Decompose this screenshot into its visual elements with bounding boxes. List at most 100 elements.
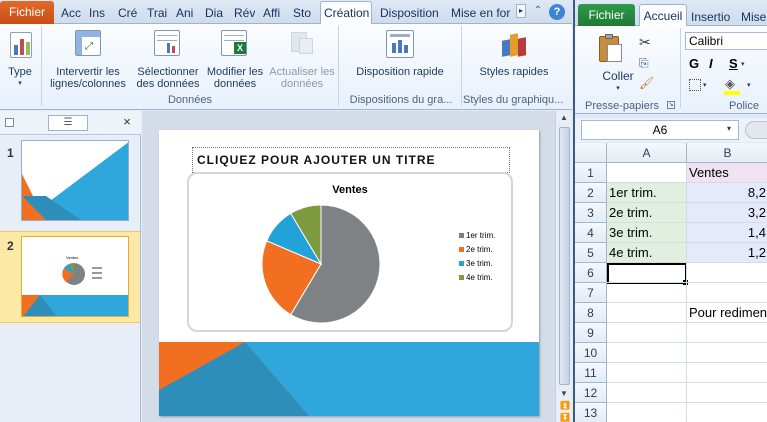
type-label: Type [8, 66, 32, 78]
row-header[interactable]: 11 [575, 363, 607, 383]
row-header[interactable]: 8 [575, 303, 607, 323]
scroll-down-icon[interactable]: ▼ [560, 389, 568, 398]
italic-button[interactable]: I [709, 56, 713, 71]
row-header[interactable]: 10 [575, 343, 607, 363]
slides-tab-icon[interactable] [5, 118, 14, 127]
cell-a[interactable] [607, 163, 687, 183]
underline-button[interactable]: S [729, 56, 738, 71]
row-header[interactable]: 1 [575, 163, 607, 183]
formula-bar-expand-icon[interactable] [745, 121, 767, 139]
quick-styles-button[interactable]: Styles rapides [474, 26, 554, 92]
cell-a[interactable] [607, 343, 687, 363]
cell-a[interactable] [607, 383, 687, 403]
bold-button[interactable]: G [689, 56, 699, 71]
quick-layout-button[interactable]: Disposition rapide [348, 26, 452, 92]
outline-tab-icon[interactable]: ☰ [48, 115, 88, 131]
edit-data-button[interactable]: X Modifier les données [203, 26, 267, 92]
cell-b[interactable] [687, 283, 767, 303]
change-type-button[interactable]: Type ▾ [2, 26, 38, 92]
tab-accueil[interactable]: Acc [58, 3, 82, 24]
tab-diaporama[interactable]: Dia [202, 3, 226, 24]
cell-b[interactable]: Ventes [687, 163, 767, 183]
cell-b[interactable]: 1,2 [687, 243, 767, 263]
cell-b[interactable] [687, 263, 767, 283]
next-slide-icon[interactable]: ⏬ [560, 413, 570, 422]
tab-fichier[interactable]: Fichier [0, 1, 54, 24]
row-header[interactable]: 13 [575, 403, 607, 422]
cell-a[interactable]: 4e trim. [607, 243, 687, 263]
tabs-scroll-icon[interactable]: ▸ [516, 4, 526, 18]
font-name-box[interactable]: Calibri [685, 32, 767, 50]
tab-transitions[interactable]: Trai [144, 3, 168, 24]
cell-b[interactable]: 8,2 [687, 183, 767, 203]
tab-disposition[interactable]: Disposition [377, 3, 443, 24]
row-header[interactable]: 4 [575, 223, 607, 243]
excel-tab-mise-en-page[interactable]: Mise [741, 7, 767, 28]
cell-b[interactable]: 1,4 [687, 223, 767, 243]
cell-a[interactable] [607, 283, 687, 303]
cell-b[interactable] [687, 323, 767, 343]
cell-a[interactable] [607, 403, 687, 422]
tab-insertion[interactable]: Ins [86, 3, 110, 24]
title-placeholder[interactable]: CLIQUEZ POUR AJOUTER UN TITRE [192, 147, 510, 173]
help-icon[interactable]: ? [549, 4, 565, 20]
chart-frame[interactable]: Ventes 1er trim. 2e trim. 3e trim. 4e trim. [187, 172, 513, 332]
cell-b[interactable]: Pour redimen [687, 303, 767, 323]
cell-a[interactable]: 2e trim. [607, 203, 687, 223]
underline-dropdown-icon[interactable]: ▾ [741, 60, 745, 68]
cell-b[interactable] [687, 403, 767, 422]
group-label-styles: Styles du graphiqu... [463, 94, 563, 106]
tab-creation-theme[interactable]: Cré [115, 3, 139, 24]
row-header[interactable]: 12 [575, 383, 607, 403]
cell-b[interactable] [687, 363, 767, 383]
excel-tab-accueil[interactable]: Accueil [639, 4, 687, 27]
column-header-a[interactable]: A [607, 143, 687, 163]
column-header-b[interactable]: B [687, 143, 767, 163]
cell-a[interactable]: 3e trim. [607, 223, 687, 243]
cell-a[interactable]: 1er trim. [607, 183, 687, 203]
cell-a[interactable] [607, 323, 687, 343]
cell-b[interactable] [687, 383, 767, 403]
tab-affichage[interactable]: Affi [260, 3, 286, 24]
cell-a[interactable] [607, 303, 687, 323]
tab-mise-en-forme[interactable]: Mise en for [448, 3, 512, 24]
row-header[interactable]: 6 [575, 263, 607, 283]
row-header[interactable]: 2 [575, 183, 607, 203]
tab-storyboard[interactable]: Sto [290, 3, 314, 24]
tab-animations[interactable]: Ani [173, 3, 197, 24]
copy-icon[interactable]: ⎘ [639, 56, 649, 71]
name-box-dropdown-icon[interactable]: ▾ [727, 124, 731, 133]
excel-tab-insertion[interactable]: Insertio [691, 7, 737, 28]
scroll-thumb[interactable] [559, 127, 570, 385]
tab-revision[interactable]: Rév [231, 3, 255, 24]
cell-a[interactable] [607, 363, 687, 383]
borders-dropdown-icon[interactable]: ▾ [703, 81, 707, 89]
row-header[interactable]: 5 [575, 243, 607, 263]
slide-vertical-scrollbar[interactable]: ▲ ▼ ⏫ ⏬ [555, 111, 572, 422]
format-painter-icon[interactable]: 🖌 [639, 76, 654, 90]
tab-creation[interactable]: Création [320, 1, 372, 25]
cell-b[interactable]: 3,2 [687, 203, 767, 223]
cut-icon[interactable]: ✂ [639, 34, 651, 51]
row-header[interactable]: 9 [575, 323, 607, 343]
cell-b[interactable] [687, 343, 767, 363]
row-header[interactable]: 7 [575, 283, 607, 303]
row-header[interactable]: 3 [575, 203, 607, 223]
clipboard-launcher-icon[interactable]: ↘ [667, 101, 675, 109]
select-all-corner[interactable] [575, 143, 607, 163]
select-data-button[interactable]: Sélectionner des données [133, 26, 203, 92]
close-icon[interactable]: × [120, 114, 134, 130]
fill-color-icon[interactable]: ◈ [725, 76, 735, 92]
name-box[interactable]: A6 [581, 120, 739, 140]
borders-icon[interactable] [689, 79, 701, 91]
cell-a[interactable] [607, 263, 687, 283]
switch-row-column-button[interactable]: ⤢ Intervertir les lignes/colonnes [44, 26, 132, 92]
excel-tab-fichier[interactable]: Fichier [578, 4, 635, 26]
slides-pane: ☰ × 1 2 Ventes [0, 111, 141, 422]
slide-thumbnail-1[interactable] [21, 140, 129, 221]
slide-thumbnail-2[interactable]: Ventes [21, 236, 129, 317]
fill-dropdown-icon[interactable]: ▾ [747, 81, 751, 89]
previous-slide-icon[interactable]: ⏫ [560, 401, 570, 410]
scroll-up-icon[interactable]: ▲ [560, 113, 568, 122]
minimize-ribbon-icon[interactable]: ⌃ [531, 4, 545, 18]
